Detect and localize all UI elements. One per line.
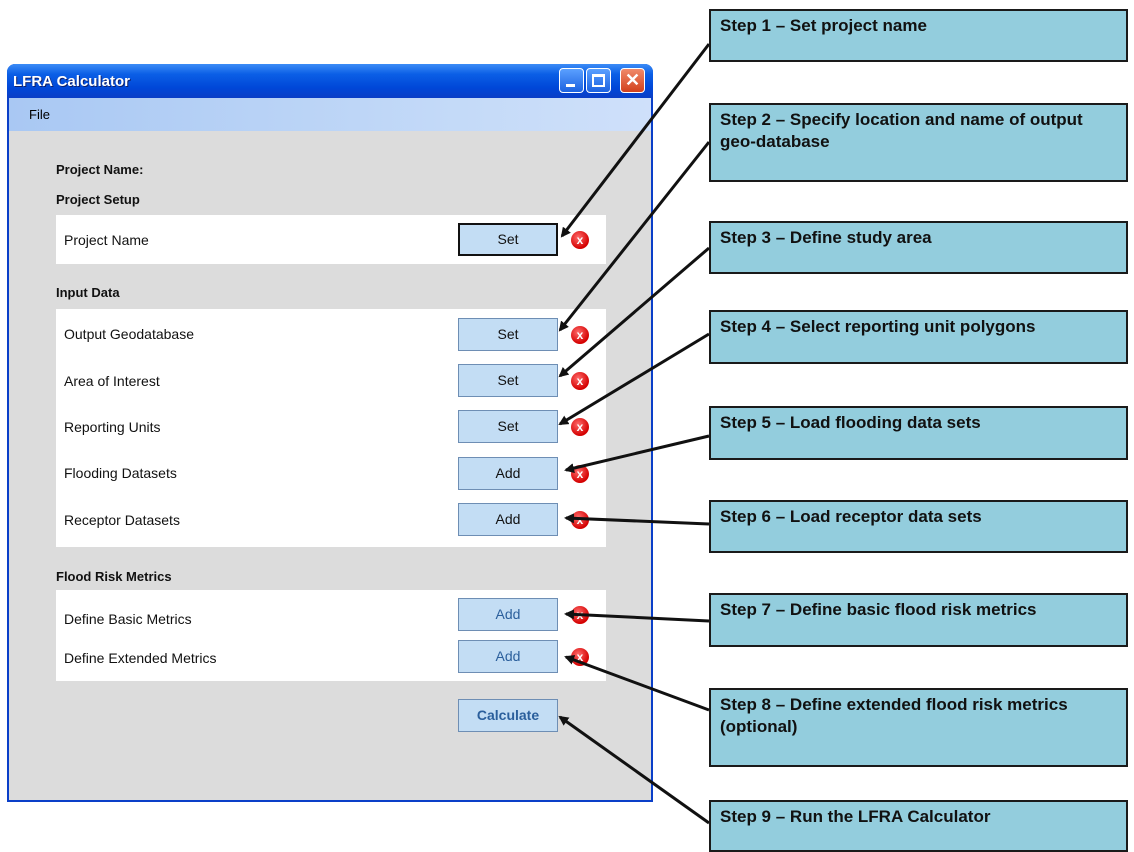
callout-step-4: Step 4 – Select reporting unit polygons — [709, 310, 1128, 364]
callout-step-7: Step 7 – Define basic flood risk metrics — [709, 593, 1128, 647]
arrow-step-5 — [564, 434, 710, 474]
arrow-step-9 — [558, 715, 710, 825]
arrow-step-8 — [564, 655, 710, 712]
arrow-step-2 — [558, 141, 711, 332]
arrow-step-6 — [564, 513, 710, 526]
callout-step-9: Step 9 – Run the LFRA Calculator — [709, 800, 1128, 852]
callout-step-6: Step 6 – Load receptor data sets — [709, 500, 1128, 553]
callout-step-5: Step 5 – Load flooding data sets — [709, 406, 1128, 460]
arrow-step-7 — [564, 609, 710, 623]
arrow-step-1 — [560, 43, 711, 238]
callout-step-2: Step 2 – Specify location and name of ou… — [709, 103, 1128, 182]
arrow-step-3 — [558, 246, 710, 378]
callout-step-8: Step 8 – Define extended flood risk metr… — [709, 688, 1128, 767]
callout-step-1: Step 1 – Set project name — [709, 9, 1128, 62]
arrow-step-4 — [558, 332, 710, 426]
callout-step-3: Step 3 – Define study area — [709, 221, 1128, 274]
